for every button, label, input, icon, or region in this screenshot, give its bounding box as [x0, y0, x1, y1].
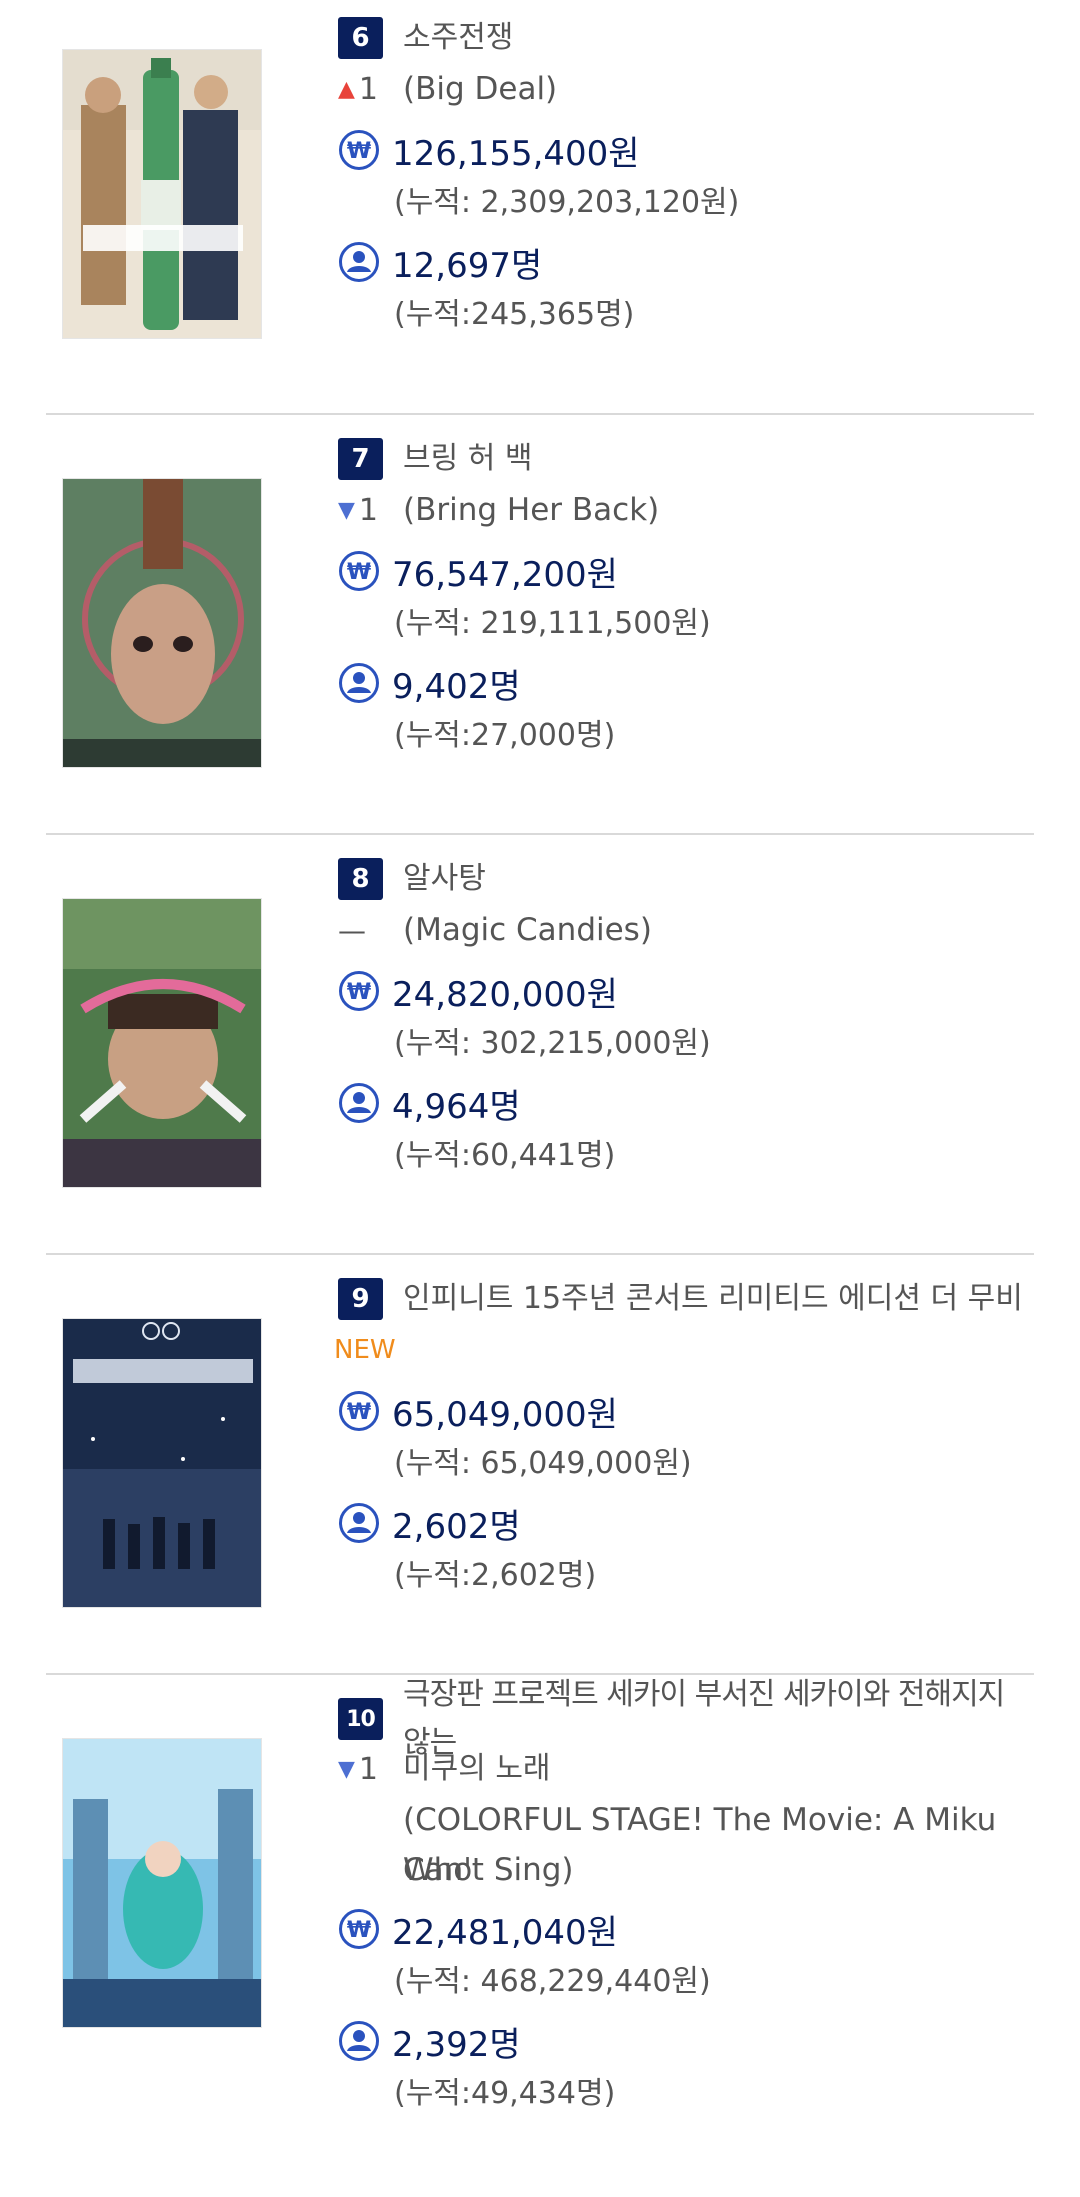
- movie-title-line2[interactable]: 미쿠의 노래: [403, 1745, 551, 1793]
- new-badge: NEW: [334, 1335, 396, 1365]
- list-item[interactable]: 8 알사탕 — (Magic Candies) 24,820,000원 (누적:…: [46, 835, 1034, 1255]
- rank-badge: 7: [338, 438, 383, 480]
- sales-row: 65,049,000원: [338, 1383, 1034, 1439]
- daily-sales: 76,547,200원: [392, 554, 618, 595]
- movie-info: 7 브링 허 백 ▼ 1 (Bring Her Back) 76,547,200…: [338, 435, 1034, 761]
- poster-image: [63, 899, 261, 1187]
- arrow-up-icon: ▲: [338, 76, 355, 102]
- person-icon: [338, 662, 380, 704]
- daily-audience: 4,964명: [392, 1086, 521, 1127]
- change-row: — (Magic Candies): [338, 903, 1034, 957]
- sales-row: 24,820,000원: [338, 963, 1034, 1019]
- won-icon: [338, 1390, 380, 1432]
- title-row: 6 소주전쟁: [338, 14, 1034, 62]
- person-icon: [338, 241, 380, 283]
- rank-badge: 10: [338, 1698, 383, 1740]
- cumulative-sales: (누적: 302,215,000원): [394, 1026, 711, 1061]
- poster-image: [63, 479, 261, 767]
- arrow-down-icon: ▼: [338, 497, 355, 523]
- rank-change: —: [338, 914, 388, 947]
- rank-change: ▼ 1: [338, 1752, 388, 1787]
- change-row: ▼ 1 (Bring Her Back): [338, 483, 1034, 537]
- cumulative-audience: (누적:60,441명): [394, 1138, 616, 1173]
- movie-poster[interactable]: [62, 1738, 262, 2028]
- change-row: NEW: [334, 1323, 1034, 1377]
- arrow-down-icon: ▼: [338, 1756, 355, 1782]
- daily-sales: 24,820,000원: [392, 974, 618, 1015]
- title-row: 9 인피니트 15주년 콘서트 리미티드 에디션 더 무비: [338, 1275, 1034, 1323]
- rank-change-value: —: [338, 913, 366, 947]
- movie-info: 9 인피니트 15주년 콘서트 리미티드 에디션 더 무비 NEW 65,049…: [334, 1275, 1034, 1601]
- cumulative-audience: (누적:27,000명): [394, 718, 616, 753]
- movie-title[interactable]: 브링 허 백: [403, 435, 532, 483]
- person-icon: [338, 2020, 380, 2062]
- original-title: (Magic Candies): [403, 912, 652, 948]
- won-icon: [338, 1908, 380, 1950]
- title-row: 8 알사탕: [338, 855, 1034, 903]
- sales-row: 126,155,400원: [338, 122, 1034, 178]
- person-icon: [338, 1502, 380, 1544]
- audience-row: 12,697명: [338, 234, 1034, 290]
- movie-title[interactable]: 알사탕: [403, 855, 486, 903]
- poster-image: [63, 1739, 261, 2027]
- movie-poster[interactable]: [62, 478, 262, 768]
- cumulative-audience: (누적:245,365명): [394, 297, 635, 332]
- rank-change: ▲ 1: [338, 72, 388, 107]
- cumulative-sales: (누적: 65,049,000원): [394, 1446, 692, 1481]
- original-title: (Big Deal): [403, 71, 558, 107]
- change-row: ▲ 1 (Big Deal): [338, 62, 1034, 116]
- cumulative-sales: (누적: 2,309,203,120원): [394, 185, 740, 220]
- rank-change-value: 1: [358, 71, 379, 107]
- audience-row: 2,602명: [338, 1495, 1034, 1551]
- movie-poster[interactable]: [62, 49, 262, 339]
- daily-sales: 22,481,040원: [392, 1912, 618, 1953]
- rank-change-value: 1: [358, 492, 379, 528]
- list-item[interactable]: 7 브링 허 백 ▼ 1 (Bring Her Back) 76,547,200…: [46, 415, 1034, 835]
- audience-row: 9,402명: [338, 655, 1034, 711]
- original-title: (COLORFUL STAGE! The Movie: A Miku Who: [403, 1802, 997, 1888]
- won-icon: [338, 550, 380, 592]
- original-title-line2: Can't Sing): [403, 1852, 574, 1888]
- sales-row: 22,481,040원: [338, 1901, 1034, 1957]
- rank-badge: 8: [338, 858, 383, 900]
- cumulative-sales: (누적: 468,229,440원): [394, 1964, 711, 1999]
- poster-image: [63, 1319, 261, 1607]
- cumulative-audience: (누적:49,434명): [394, 2076, 616, 2111]
- movie-poster[interactable]: [62, 1318, 262, 1608]
- daily-audience: 12,697명: [392, 245, 543, 286]
- audience-row: 2,392명: [338, 2013, 1034, 2069]
- poster-image: [63, 50, 261, 338]
- sales-row: 76,547,200원: [338, 543, 1034, 599]
- title-row: 10 극장판 프로젝트 세카이 부서진 세카이와 전해지지 않는: [338, 1677, 1034, 1760]
- daily-sales: 126,155,400원: [392, 133, 640, 174]
- list-item[interactable]: 10 극장판 프로젝트 세카이 부서진 세카이와 전해지지 않는 ▼ 1 미쿠의…: [46, 1675, 1034, 2197]
- daily-audience: 2,602명: [392, 1506, 521, 1547]
- rank-badge: 9: [338, 1278, 383, 1320]
- won-icon: [338, 970, 380, 1012]
- list-item[interactable]: 6 소주전쟁 ▲ 1 (Big Deal) 126,155,400원 (누적: …: [46, 0, 1034, 415]
- movie-title[interactable]: 소주전쟁: [403, 14, 513, 62]
- original-title: (Bring Her Back): [403, 492, 660, 528]
- movie-title[interactable]: 인피니트 15주년 콘서트 리미티드 에디션 더 무비: [403, 1275, 1023, 1323]
- person-icon: [338, 1082, 380, 1124]
- box-office-list: 6 소주전쟁 ▲ 1 (Big Deal) 126,155,400원 (누적: …: [0, 0, 1080, 2197]
- rank-change-value: 1: [358, 1751, 379, 1787]
- movie-info: 8 알사탕 — (Magic Candies) 24,820,000원 (누적:…: [338, 855, 1034, 1181]
- cumulative-audience: (누적:2,602명): [394, 1558, 597, 1593]
- cumulative-sales: (누적: 219,111,500원): [394, 606, 711, 641]
- movie-poster[interactable]: [62, 898, 262, 1188]
- won-icon: [338, 129, 380, 171]
- movie-info: 10 극장판 프로젝트 세카이 부서진 세카이와 전해지지 않는 ▼ 1 미쿠의…: [338, 1677, 1034, 2119]
- daily-audience: 9,402명: [392, 666, 521, 707]
- audience-row: 4,964명: [338, 1075, 1034, 1131]
- list-item[interactable]: 9 인피니트 15주년 콘서트 리미티드 에디션 더 무비 NEW 65,049…: [46, 1255, 1034, 1675]
- daily-sales: 65,049,000원: [392, 1394, 618, 1435]
- rank-badge: 6: [338, 17, 383, 59]
- daily-audience: 2,392명: [392, 2024, 521, 2065]
- rank-change: ▼ 1: [338, 493, 388, 528]
- movie-info: 6 소주전쟁 ▲ 1 (Big Deal) 126,155,400원 (누적: …: [338, 14, 1034, 340]
- title-row: 7 브링 허 백: [338, 435, 1034, 483]
